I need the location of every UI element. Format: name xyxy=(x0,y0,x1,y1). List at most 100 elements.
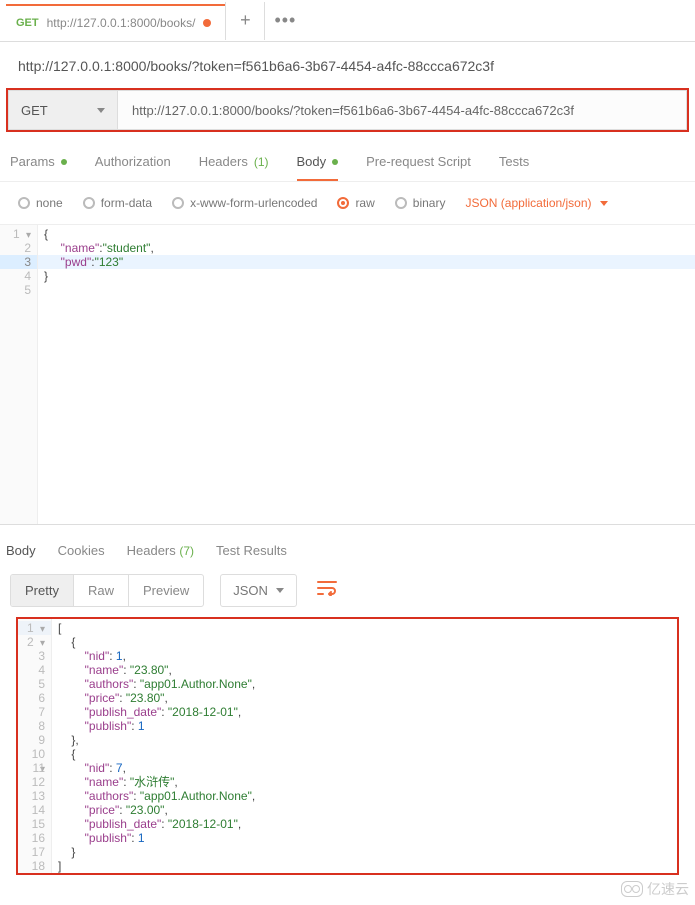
preview-button[interactable]: Preview xyxy=(129,575,203,606)
radio-icon xyxy=(18,197,30,209)
resp-tab-cookies[interactable]: Cookies xyxy=(58,543,105,558)
radio-binary[interactable]: binary xyxy=(395,196,446,210)
watermark: 亿速云 xyxy=(621,879,689,899)
method-select-label: GET xyxy=(21,103,48,118)
json-key: "publish" xyxy=(85,831,132,845)
watermark-icon xyxy=(621,881,643,897)
body-type-row: none form-data x-www-form-urlencoded raw… xyxy=(0,182,695,225)
json-string: "水浒传" xyxy=(130,775,175,789)
tab-headers-count: (1) xyxy=(254,155,269,169)
unsaved-dot-icon xyxy=(203,19,211,27)
radio-raw[interactable]: raw xyxy=(337,196,374,210)
wrap-icon xyxy=(317,580,337,596)
brace: { xyxy=(58,747,75,761)
json-string: "app01.Author.None" xyxy=(140,789,252,803)
response-gutter: 1 ▾2 ▾345678910 ▾1112131415161718 xyxy=(18,619,52,873)
tab-tests-label: Tests xyxy=(499,154,529,169)
json-string: "123" xyxy=(95,255,124,269)
json-key: "price" xyxy=(85,803,120,817)
json-key: "nid" xyxy=(85,761,110,775)
json-key: "pwd" xyxy=(61,255,92,269)
bracket: [ xyxy=(58,621,61,635)
content-type-select[interactable]: JSON (application/json) xyxy=(465,196,607,210)
json-key: "name" xyxy=(61,241,100,255)
response-tabs: Body Cookies Headers (7) Test Results xyxy=(0,525,695,568)
tab-method-label: GET xyxy=(16,17,39,29)
chevron-down-icon xyxy=(276,588,284,593)
raw-button[interactable]: Raw xyxy=(74,575,129,606)
response-body-box: 1 ▾2 ▾345678910 ▾1112131415161718 [ { "n… xyxy=(16,617,679,875)
tab-authorization[interactable]: Authorization xyxy=(95,154,171,181)
json-key: "authors" xyxy=(85,677,134,691)
tab-body[interactable]: Body xyxy=(297,154,339,181)
radio-none[interactable]: none xyxy=(18,196,63,210)
tab-tests[interactable]: Tests xyxy=(499,154,529,181)
tab-params-label: Params xyxy=(10,154,55,169)
radio-form-label: form-data xyxy=(101,196,152,210)
pretty-button[interactable]: Pretty xyxy=(11,575,74,606)
radio-icon xyxy=(337,197,349,209)
json-string: "student" xyxy=(103,241,151,255)
response-toolbar: Pretty Raw Preview JSON xyxy=(0,568,695,617)
content-type-label: JSON (application/json) xyxy=(465,196,591,210)
tab-prerequest[interactable]: Pre-request Script xyxy=(366,154,471,181)
radio-icon xyxy=(83,197,95,209)
chevron-down-icon xyxy=(600,201,608,206)
request-subtabs: Params Authorization Headers (1) Body Pr… xyxy=(0,142,695,182)
brace: { xyxy=(44,227,48,241)
tab-headers[interactable]: Headers (1) xyxy=(199,154,269,181)
json-key: "publish_date" xyxy=(85,705,162,719)
watermark-text: 亿速云 xyxy=(647,879,689,899)
tab-body-label: Body xyxy=(297,154,327,169)
resp-tab-headers[interactable]: Headers (7) xyxy=(127,543,194,558)
brace: }, xyxy=(58,733,79,747)
tab-params[interactable]: Params xyxy=(10,154,67,181)
request-tab[interactable]: GET http://127.0.0.1:8000/books/ xyxy=(6,4,225,38)
json-string: "2018-12-01" xyxy=(168,817,238,831)
json-string: "2018-12-01" xyxy=(168,705,238,719)
radio-xform[interactable]: x-www-form-urlencoded xyxy=(172,196,317,210)
response-code[interactable]: [ { "nid": 1, "name": "23.80", "authors"… xyxy=(52,619,673,873)
brace: { xyxy=(58,635,75,649)
json-key: "nid" xyxy=(85,649,110,663)
new-tab-button[interactable]: + xyxy=(225,2,265,40)
view-mode-group: Pretty Raw Preview xyxy=(10,574,204,607)
tab-url-label: http://127.0.0.1:8000/books/ xyxy=(47,16,196,30)
json-string: "app01.Author.None" xyxy=(140,677,252,691)
response-editor[interactable]: 1 ▾2 ▾345678910 ▾1112131415161718 [ { "n… xyxy=(18,619,673,873)
bracket: ] xyxy=(58,859,61,873)
body-editor[interactable]: 1 ▾ 2 3 4 5 { "name":"student", "pwd":"1… xyxy=(0,225,695,525)
json-string: "23.00" xyxy=(126,803,165,817)
json-string: "23.80" xyxy=(130,663,169,677)
more-tabs-button[interactable]: ••• xyxy=(265,2,305,40)
body-gutter: 1 ▾ 2 3 4 5 xyxy=(0,225,38,524)
method-select[interactable]: GET xyxy=(8,90,118,130)
json-key: "publish" xyxy=(85,719,132,733)
response-format-select[interactable]: JSON xyxy=(220,574,297,607)
resp-headers-count: (7) xyxy=(179,544,194,558)
url-input[interactable] xyxy=(118,90,687,130)
json-number: 1 xyxy=(116,649,123,663)
body-code[interactable]: { "name":"student", "pwd":"123" } xyxy=(38,225,695,524)
brace: } xyxy=(58,845,75,859)
radio-none-label: none xyxy=(36,196,63,210)
resp-tab-headers-label: Headers xyxy=(127,543,176,558)
json-key: "name" xyxy=(85,663,124,677)
resp-tab-tests[interactable]: Test Results xyxy=(216,543,287,558)
json-key: "authors" xyxy=(85,789,134,803)
radio-raw-label: raw xyxy=(355,196,374,210)
json-number: 7 xyxy=(116,761,123,775)
wrap-lines-button[interactable] xyxy=(317,580,337,601)
radio-form-data[interactable]: form-data xyxy=(83,196,152,210)
json-number: 1 xyxy=(138,831,145,845)
resp-tab-body[interactable]: Body xyxy=(6,543,36,558)
body-indicator-icon xyxy=(332,159,338,165)
json-key: "publish_date" xyxy=(85,817,162,831)
request-title[interactable]: http://127.0.0.1:8000/books/?token=f561b… xyxy=(0,42,695,84)
chevron-down-icon xyxy=(97,108,105,113)
request-address-row: GET xyxy=(6,88,689,132)
tab-headers-label: Headers xyxy=(199,154,248,169)
radio-icon xyxy=(395,197,407,209)
json-key: "name" xyxy=(85,775,124,789)
params-indicator-icon xyxy=(61,159,67,165)
